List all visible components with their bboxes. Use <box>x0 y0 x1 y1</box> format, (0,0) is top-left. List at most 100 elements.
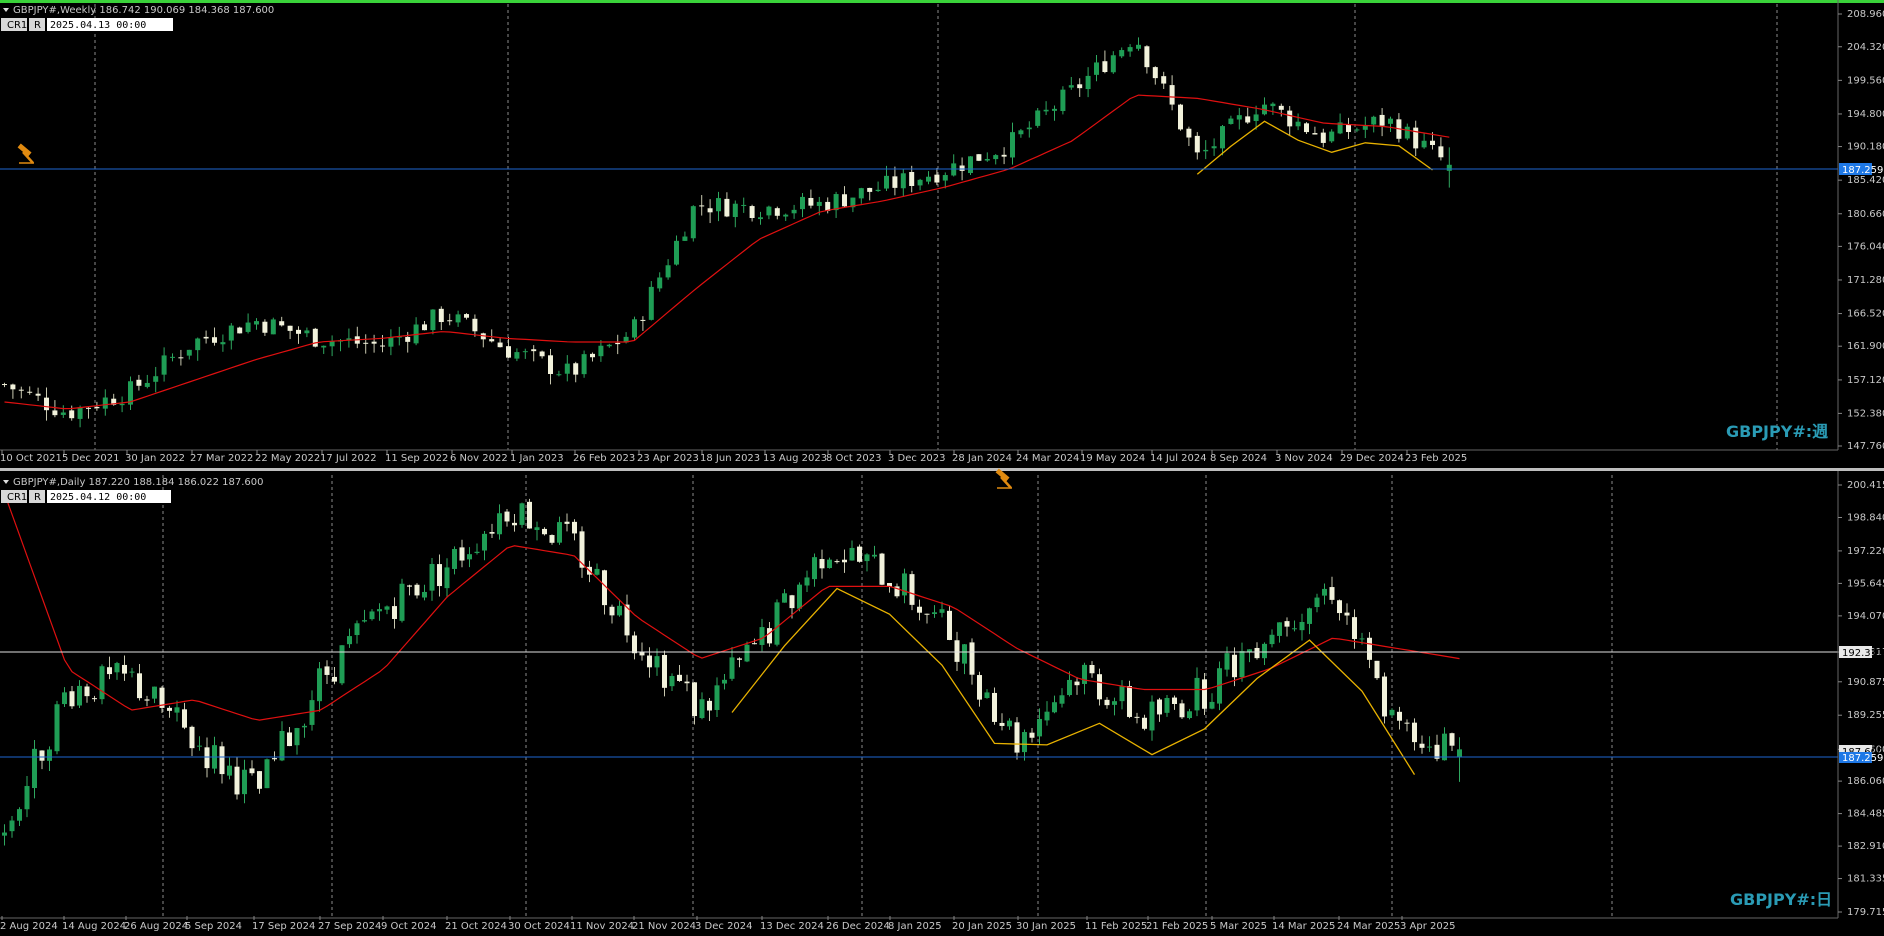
candle-body <box>92 698 97 700</box>
x-tick-label: 21 Nov 2024 <box>632 921 696 932</box>
candle-body <box>917 179 923 186</box>
candle-body <box>514 352 520 359</box>
candle-body <box>875 189 881 192</box>
candle-body <box>669 676 675 687</box>
candle-body <box>1269 634 1275 645</box>
candle-body <box>782 593 787 603</box>
candle-body <box>497 342 503 348</box>
x-tick-label: 30 Oct 2024 <box>508 921 570 932</box>
candle-body <box>1026 127 1032 130</box>
candle-body <box>39 750 45 761</box>
candle-body <box>1292 628 1297 630</box>
y-tick-label: 166.520 <box>1847 309 1884 320</box>
candle-body <box>812 557 817 580</box>
x-tick-label: 28 Jan 2024 <box>952 453 1012 464</box>
candle-body <box>407 585 412 587</box>
candle-body <box>1134 716 1140 718</box>
candle-body <box>1312 133 1318 135</box>
candle-body <box>272 758 277 760</box>
candle-body <box>1397 711 1402 721</box>
candle-body <box>212 337 217 343</box>
candle-body <box>234 766 240 795</box>
x-tick-label: 29 Dec 2024 <box>1340 453 1404 464</box>
candle-body <box>1029 732 1035 738</box>
candle-body <box>69 691 75 707</box>
r-button-label: R <box>34 492 41 503</box>
candle-body <box>287 325 293 331</box>
candle-body <box>2 384 7 386</box>
price-tag-white-text: 192.317 <box>1842 648 1883 659</box>
candle-body <box>1438 146 1444 158</box>
candle-body <box>189 726 195 749</box>
panel-separator[interactable] <box>0 468 1884 471</box>
candle-body <box>1382 676 1387 717</box>
candle-body <box>84 686 90 697</box>
candle-body <box>405 336 411 342</box>
candle-body <box>833 194 839 211</box>
x-tick-label: 3 Dec 2023 <box>888 453 946 464</box>
y-tick-label: 190.180 <box>1847 142 1884 153</box>
candle-body <box>430 309 436 331</box>
weekly-watermark: GBPJPY#:週 <box>1726 422 1828 441</box>
x-tick-label: 8 Sep 2024 <box>1210 453 1267 464</box>
candle-body <box>24 786 30 810</box>
candle-body <box>129 671 135 673</box>
y-tick-label: 199.560 <box>1847 75 1884 86</box>
candle-body <box>1142 717 1147 729</box>
candle-body <box>1278 105 1284 110</box>
candle-body <box>1419 743 1425 748</box>
candle-body <box>690 206 696 239</box>
candle-body <box>467 554 472 560</box>
candle-body <box>1404 126 1410 139</box>
candle-body <box>1043 109 1049 112</box>
candle-body <box>414 584 420 596</box>
candle-body <box>1446 164 1452 171</box>
candle-body <box>758 217 763 220</box>
candle-body <box>119 403 125 406</box>
candle-body <box>1001 154 1007 157</box>
candle-body <box>296 329 301 334</box>
candle-body <box>1161 76 1167 84</box>
x-tick-label: 30 Jan 2022 <box>125 453 185 464</box>
candle-body <box>977 675 982 700</box>
candle-body <box>444 567 450 589</box>
candle-body <box>279 321 285 326</box>
candle-body <box>464 314 469 318</box>
x-tick-label: 3 Nov 2024 <box>1275 453 1333 464</box>
candle-body <box>732 203 738 218</box>
chart-top-border <box>0 0 1884 3</box>
candle-body <box>677 674 682 681</box>
candle-body <box>682 236 688 241</box>
x-tick-label: 3 Dec 2024 <box>695 921 753 932</box>
candle-body <box>564 521 570 524</box>
candle-body <box>1149 701 1155 731</box>
candle-body <box>984 158 990 161</box>
candle-body <box>262 321 268 333</box>
candle-body <box>791 209 797 214</box>
candle-body <box>47 749 52 761</box>
x-tick-label: 8 Jan 2025 <box>888 921 942 932</box>
candle-body <box>1270 103 1276 107</box>
candle-body <box>489 339 495 342</box>
candle-body <box>1169 85 1175 105</box>
cr-button-label: CR1 <box>7 492 27 503</box>
price-tag-text: 187.259 <box>1842 753 1883 764</box>
candle-body <box>657 277 663 289</box>
candle-body <box>1228 118 1234 124</box>
candle-body <box>182 709 187 728</box>
y-tick-label: 208.960 <box>1847 9 1884 20</box>
x-tick-label: 26 Feb 2023 <box>573 453 635 464</box>
candle-body <box>459 547 465 561</box>
candle-body <box>174 707 180 713</box>
candle-body <box>512 522 517 526</box>
candle-body <box>1245 116 1251 123</box>
candle-body <box>102 397 108 409</box>
candle-body <box>707 208 713 213</box>
x-tick-label: 23 Apr 2023 <box>637 453 699 464</box>
candle-body <box>228 325 234 341</box>
candle-body <box>1110 55 1116 73</box>
candle-body <box>1010 132 1015 158</box>
x-tick-label: 13 Dec 2024 <box>760 921 824 932</box>
x-tick-label: 23 Feb 2025 <box>1405 453 1467 464</box>
candle-body <box>371 341 377 344</box>
